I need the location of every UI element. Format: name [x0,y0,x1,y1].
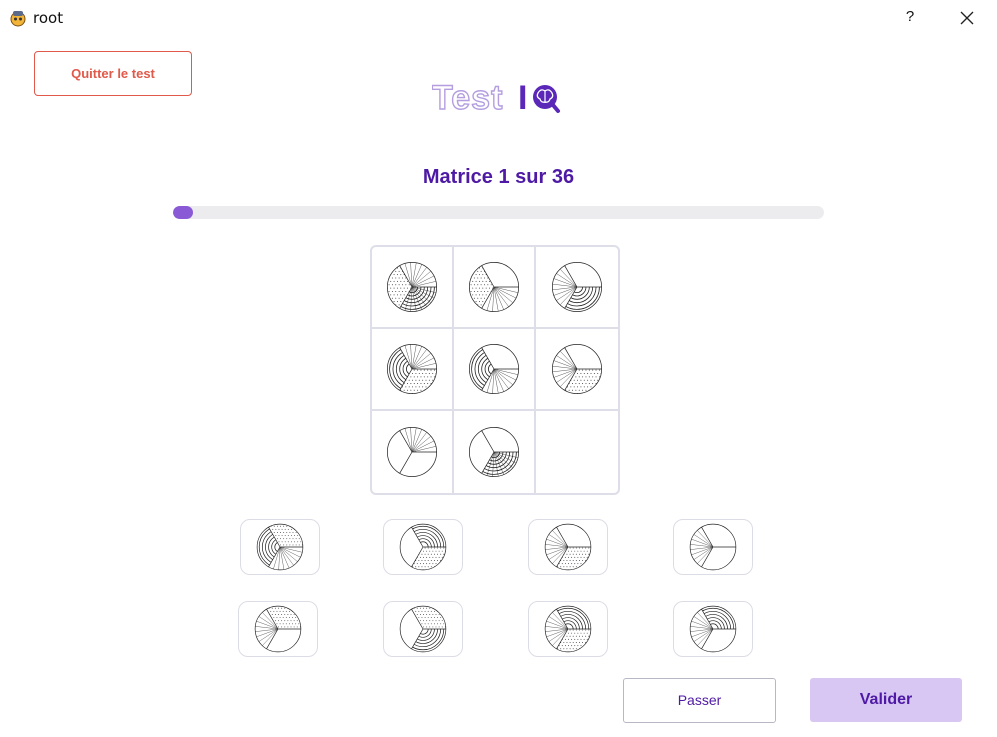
window-title: root [33,9,64,27]
matrix-grid [370,245,620,495]
validate-button[interactable]: Valider [810,678,962,722]
answer-option-5[interactable] [238,601,318,657]
progress-fill [173,206,193,219]
help-button[interactable]: ? [899,6,921,28]
circle-figure-icon [399,605,447,653]
circle-figure-icon [544,605,592,653]
answer-option-7[interactable] [528,601,608,657]
answer-option-3[interactable] [528,519,608,575]
matrix-cell [454,411,536,493]
matrix-cell-empty [536,411,618,493]
app-icon [10,11,26,27]
matrix-cell [536,247,618,329]
matrix-cell [372,247,454,329]
answer-option-4[interactable] [673,519,753,575]
circle-figure-icon [386,343,438,395]
skip-button[interactable]: Passer [623,678,776,723]
matrix-cell [372,411,454,493]
circle-figure-icon [256,523,304,571]
matrix-cell [536,329,618,411]
circle-figure-icon [468,426,520,478]
circle-figure-icon [551,261,603,313]
title-bar: root ? [0,0,997,36]
matrix-cell [454,329,536,411]
matrix-cell [454,247,536,329]
matrix-title: Matrice 1 sur 36 [422,166,575,188]
quit-test-button[interactable]: Quitter le test [34,51,192,96]
circle-figure-icon [254,605,302,653]
matrix-cell [372,329,454,411]
answer-option-6[interactable] [383,601,463,657]
circle-figure-icon [386,426,438,478]
circle-figure-icon [689,605,737,653]
answer-option-8[interactable] [673,601,753,657]
circle-figure-icon [551,343,603,395]
circle-figure-icon [544,523,592,571]
svg-text:I: I [518,79,527,117]
svg-text:Test: Test [432,79,503,117]
answer-option-2[interactable] [383,519,463,575]
answer-option-1[interactable] [240,519,320,575]
circle-figure-icon [689,523,737,571]
circle-figure-icon [468,343,520,395]
progress-bar [173,206,824,219]
testiq-logo: Test I [432,78,560,118]
close-icon[interactable] [955,6,979,30]
circle-figure-icon [399,523,447,571]
circle-figure-icon [468,261,520,313]
circle-figure-icon [386,261,438,313]
